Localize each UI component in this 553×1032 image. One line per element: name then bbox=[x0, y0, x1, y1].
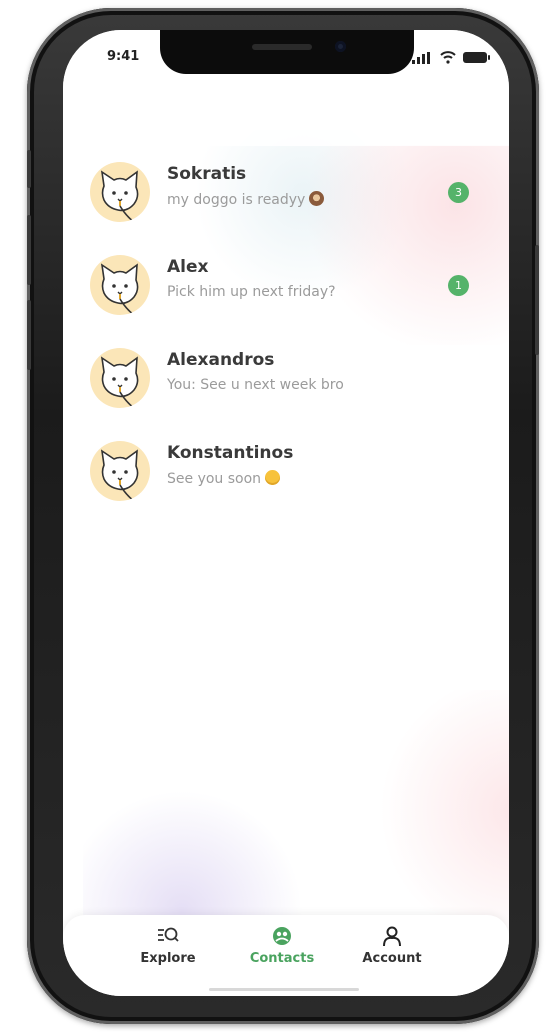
volume-up-button bbox=[27, 215, 31, 285]
tab-label: Account bbox=[362, 951, 422, 966]
tab-explore[interactable]: Explore bbox=[123, 925, 213, 966]
last-message-text: See you soon bbox=[167, 471, 262, 487]
avatar bbox=[90, 162, 150, 222]
unread-badge: 3 bbox=[448, 182, 469, 203]
contact-row-alexandros[interactable]: Alexandros You: See u next week bro bbox=[63, 332, 509, 425]
contacts-icon bbox=[273, 927, 291, 945]
mute-switch bbox=[27, 150, 31, 188]
contact-row-konstantinos[interactable]: Konstantinos See you soon bbox=[63, 425, 509, 518]
signal-icon bbox=[412, 52, 430, 64]
cat-avatar-icon bbox=[100, 263, 139, 315]
tab-label: Contacts bbox=[249, 951, 315, 966]
contact-list: Sokratis my doggo is readyy 3 Alex Pick … bbox=[63, 146, 509, 518]
wifi-icon bbox=[440, 51, 456, 64]
home-indicator[interactable] bbox=[209, 988, 359, 991]
avatar bbox=[90, 441, 150, 501]
background-glow bbox=[363, 690, 509, 930]
bottom-tab-bar: Explore Contacts Account bbox=[63, 915, 509, 996]
tab-label: Explore bbox=[140, 951, 196, 966]
cat-avatar-icon bbox=[100, 170, 139, 222]
last-message: Pick him up next friday? bbox=[167, 284, 336, 300]
contact-row-sokratis[interactable]: Sokratis my doggo is readyy 3 bbox=[63, 146, 509, 239]
speaker-grille bbox=[252, 44, 312, 50]
volume-down-button bbox=[27, 300, 31, 370]
front-camera bbox=[335, 41, 346, 52]
contact-row-alex[interactable]: Alex Pick him up next friday? 1 bbox=[63, 239, 509, 332]
last-message: See you soon bbox=[167, 470, 281, 487]
contact-name: Alex bbox=[167, 257, 209, 277]
avatar bbox=[90, 348, 150, 408]
notch bbox=[160, 30, 414, 74]
battery-icon bbox=[463, 52, 490, 63]
explore-search-icon bbox=[158, 927, 179, 942]
user-icon bbox=[383, 926, 401, 947]
screen: 9:41 Sokratis my doggo is readyy 3 Alex … bbox=[63, 30, 509, 996]
tab-contacts[interactable]: Contacts bbox=[237, 925, 327, 966]
cat-avatar-icon bbox=[100, 449, 139, 501]
contact-name: Konstantinos bbox=[167, 443, 294, 463]
contact-name: Alexandros bbox=[167, 350, 275, 370]
last-message: my doggo is readyy bbox=[167, 191, 325, 208]
unread-badge: 1 bbox=[448, 275, 469, 296]
last-message-text: my doggo is readyy bbox=[167, 192, 306, 208]
status-time: 9:41 bbox=[107, 49, 140, 64]
avatar bbox=[90, 255, 150, 315]
contact-name: Sokratis bbox=[167, 164, 247, 184]
power-button bbox=[535, 245, 539, 355]
tab-account[interactable]: Account bbox=[347, 925, 437, 966]
last-message: You: See u next week bro bbox=[167, 377, 344, 393]
see-no-evil-monkey-emoji-icon bbox=[309, 191, 325, 206]
cat-avatar-icon bbox=[100, 356, 139, 408]
winking-face-emoji-icon bbox=[265, 470, 281, 485]
